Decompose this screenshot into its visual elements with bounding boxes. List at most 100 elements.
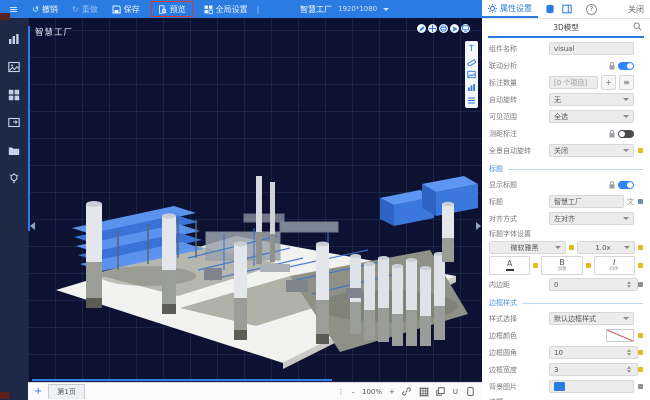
show-title-toggle[interactable] <box>618 181 634 189</box>
tab-properties[interactable]: 属性设置 <box>482 0 538 18</box>
zoom-out-button[interactable]: – <box>351 388 355 396</box>
font-family-select[interactable]: 微软雅黑 <box>489 241 566 254</box>
stepper-icon[interactable] <box>627 281 631 288</box>
horizontal-scrollbar[interactable] <box>32 379 332 381</box>
stepper-icon[interactable] <box>627 349 631 356</box>
preview-button[interactable]: 预览 <box>151 1 193 17</box>
zoom-in-button[interactable]: + <box>389 388 395 396</box>
top-toolbar: ≡ ↺撤销 ↻重做 保存 预览 全局设置 | 智慧工厂 1920*1080 <box>0 0 482 18</box>
item-list-button[interactable]: ≡ <box>619 75 634 90</box>
global-settings-button[interactable]: 全局设置 <box>197 0 255 18</box>
screen-tool-button[interactable] <box>461 24 470 33</box>
red-marker-top <box>0 13 10 20</box>
align-select[interactable]: 左对齐 <box>549 212 634 225</box>
collapse-left-arrow-icon[interactable] <box>30 222 35 230</box>
binding-indicator[interactable] <box>569 245 574 250</box>
collapse-right-arrow-icon[interactable] <box>476 222 481 230</box>
viewport-scene-label: 智慧工厂 <box>35 26 73 38</box>
row-align: 对齐方式 左对齐 <box>489 211 643 226</box>
font-size-select[interactable]: 1.0x <box>577 241 635 254</box>
border-width-input[interactable]: 3 <box>549 363 638 376</box>
binding-indicator[interactable] <box>638 148 643 153</box>
binding-indicator[interactable] <box>638 245 643 250</box>
binding-indicator[interactable] <box>638 333 643 338</box>
linkage-toggle[interactable] <box>618 62 634 70</box>
padding-input[interactable]: 0 <box>549 278 638 291</box>
save-button[interactable]: 保存 <box>105 0 147 18</box>
binding-indicator[interactable] <box>586 263 591 268</box>
border-color-swatch[interactable] <box>606 329 634 342</box>
visible-range-select[interactable]: 全选 <box>549 110 634 123</box>
bg-image-input[interactable] <box>549 380 634 393</box>
viewport-canvas[interactable]: 智慧工厂 T <box>28 18 482 382</box>
zoom-level: 100% <box>362 388 382 396</box>
blue-boxes <box>380 176 478 226</box>
sidebar-item-gallery[interactable] <box>8 60 21 73</box>
pano-rotate-select[interactable]: 关闭 <box>549 144 634 157</box>
3d-factory-model[interactable] <box>28 18 482 382</box>
link-icon[interactable] <box>402 387 412 397</box>
layout-panel-button[interactable] <box>562 4 572 14</box>
add-item-button[interactable]: + <box>601 75 616 90</box>
auto-rotate-select[interactable]: 无 <box>549 93 634 106</box>
binding-indicator[interactable] <box>638 199 643 204</box>
binding-indicator[interactable] <box>638 384 643 389</box>
component-name-input[interactable]: visual <box>549 42 634 55</box>
pan-tool-button[interactable] <box>428 24 437 33</box>
undo-button[interactable]: ↺撤销 <box>25 0 65 18</box>
row-title-text: 标题 智慧工厂 文 <box>489 194 643 209</box>
close-panel-button[interactable]: 关闭 <box>628 4 644 15</box>
font-color-button[interactable]: A <box>489 256 530 275</box>
edit-tool-button[interactable] <box>417 24 426 33</box>
border-radius-input[interactable]: 10 <box>549 346 638 359</box>
binding-indicator[interactable] <box>638 263 643 268</box>
title-input[interactable]: 智慧工厂 <box>549 195 624 208</box>
sidebar-item-effects[interactable] <box>8 172 21 185</box>
sidebar-item-templates[interactable] <box>8 116 21 129</box>
lock-icon <box>609 130 615 138</box>
viewport-camera-tools <box>417 24 470 33</box>
image-tool-button[interactable] <box>467 70 476 79</box>
chart-tool-button[interactable] <box>467 83 476 92</box>
binding-indicator[interactable] <box>638 350 643 355</box>
border-style-select[interactable]: 默认边框样式 <box>549 312 634 325</box>
sidebar-item-charts[interactable] <box>8 32 21 45</box>
lock-icon <box>609 62 615 70</box>
redo-button[interactable]: ↻重做 <box>65 0 105 18</box>
chevron-down-icon <box>623 98 629 101</box>
distance-mark-toggle[interactable] <box>618 130 634 138</box>
italic-button[interactable]: I斜体 <box>594 256 635 275</box>
scene-title-group[interactable]: 智慧工厂 1920*1080 <box>300 0 389 18</box>
layers-icon[interactable] <box>436 387 446 397</box>
search-icon[interactable] <box>633 22 642 31</box>
add-page-button[interactable]: + <box>28 386 48 397</box>
text-style-icon[interactable]: 文 <box>627 197 634 207</box>
magnet-icon[interactable]: U <box>453 388 458 396</box>
data-source-button[interactable] <box>545 4 555 14</box>
left-sidebar <box>0 18 28 400</box>
binding-indicator[interactable] <box>533 263 538 268</box>
text-tool-button[interactable]: T <box>467 44 476 53</box>
marker-count-input[interactable]: [0 个项目] <box>549 76 598 89</box>
save-icon <box>112 5 121 14</box>
fly-tool-button[interactable] <box>450 24 459 33</box>
lock-icon <box>609 181 615 189</box>
device-preview-icon[interactable] <box>465 387 475 397</box>
grid-view-icon[interactable] <box>419 387 429 397</box>
orbit-tool-button[interactable] <box>439 24 448 33</box>
sidebar-item-components[interactable] <box>8 88 21 101</box>
redo-icon: ↻ <box>72 5 79 14</box>
stepper-icon[interactable] <box>627 366 631 373</box>
ruler-tool-button[interactable] <box>467 57 476 66</box>
help-icon[interactable]: ? <box>586 4 597 15</box>
page-tab[interactable]: 第1页 <box>48 384 84 399</box>
binding-indicator[interactable] <box>638 282 643 287</box>
grid-icon <box>204 5 213 14</box>
sidebar-item-files[interactable] <box>8 144 21 157</box>
chevron-down-icon <box>623 317 629 320</box>
vertical-scrollbar[interactable] <box>28 26 30 231</box>
bold-button[interactable]: B加粗 <box>541 256 582 275</box>
more-options-icon[interactable]: ⋮ <box>337 388 344 396</box>
list-tool-button[interactable] <box>467 96 476 105</box>
binding-indicator[interactable] <box>638 367 643 372</box>
